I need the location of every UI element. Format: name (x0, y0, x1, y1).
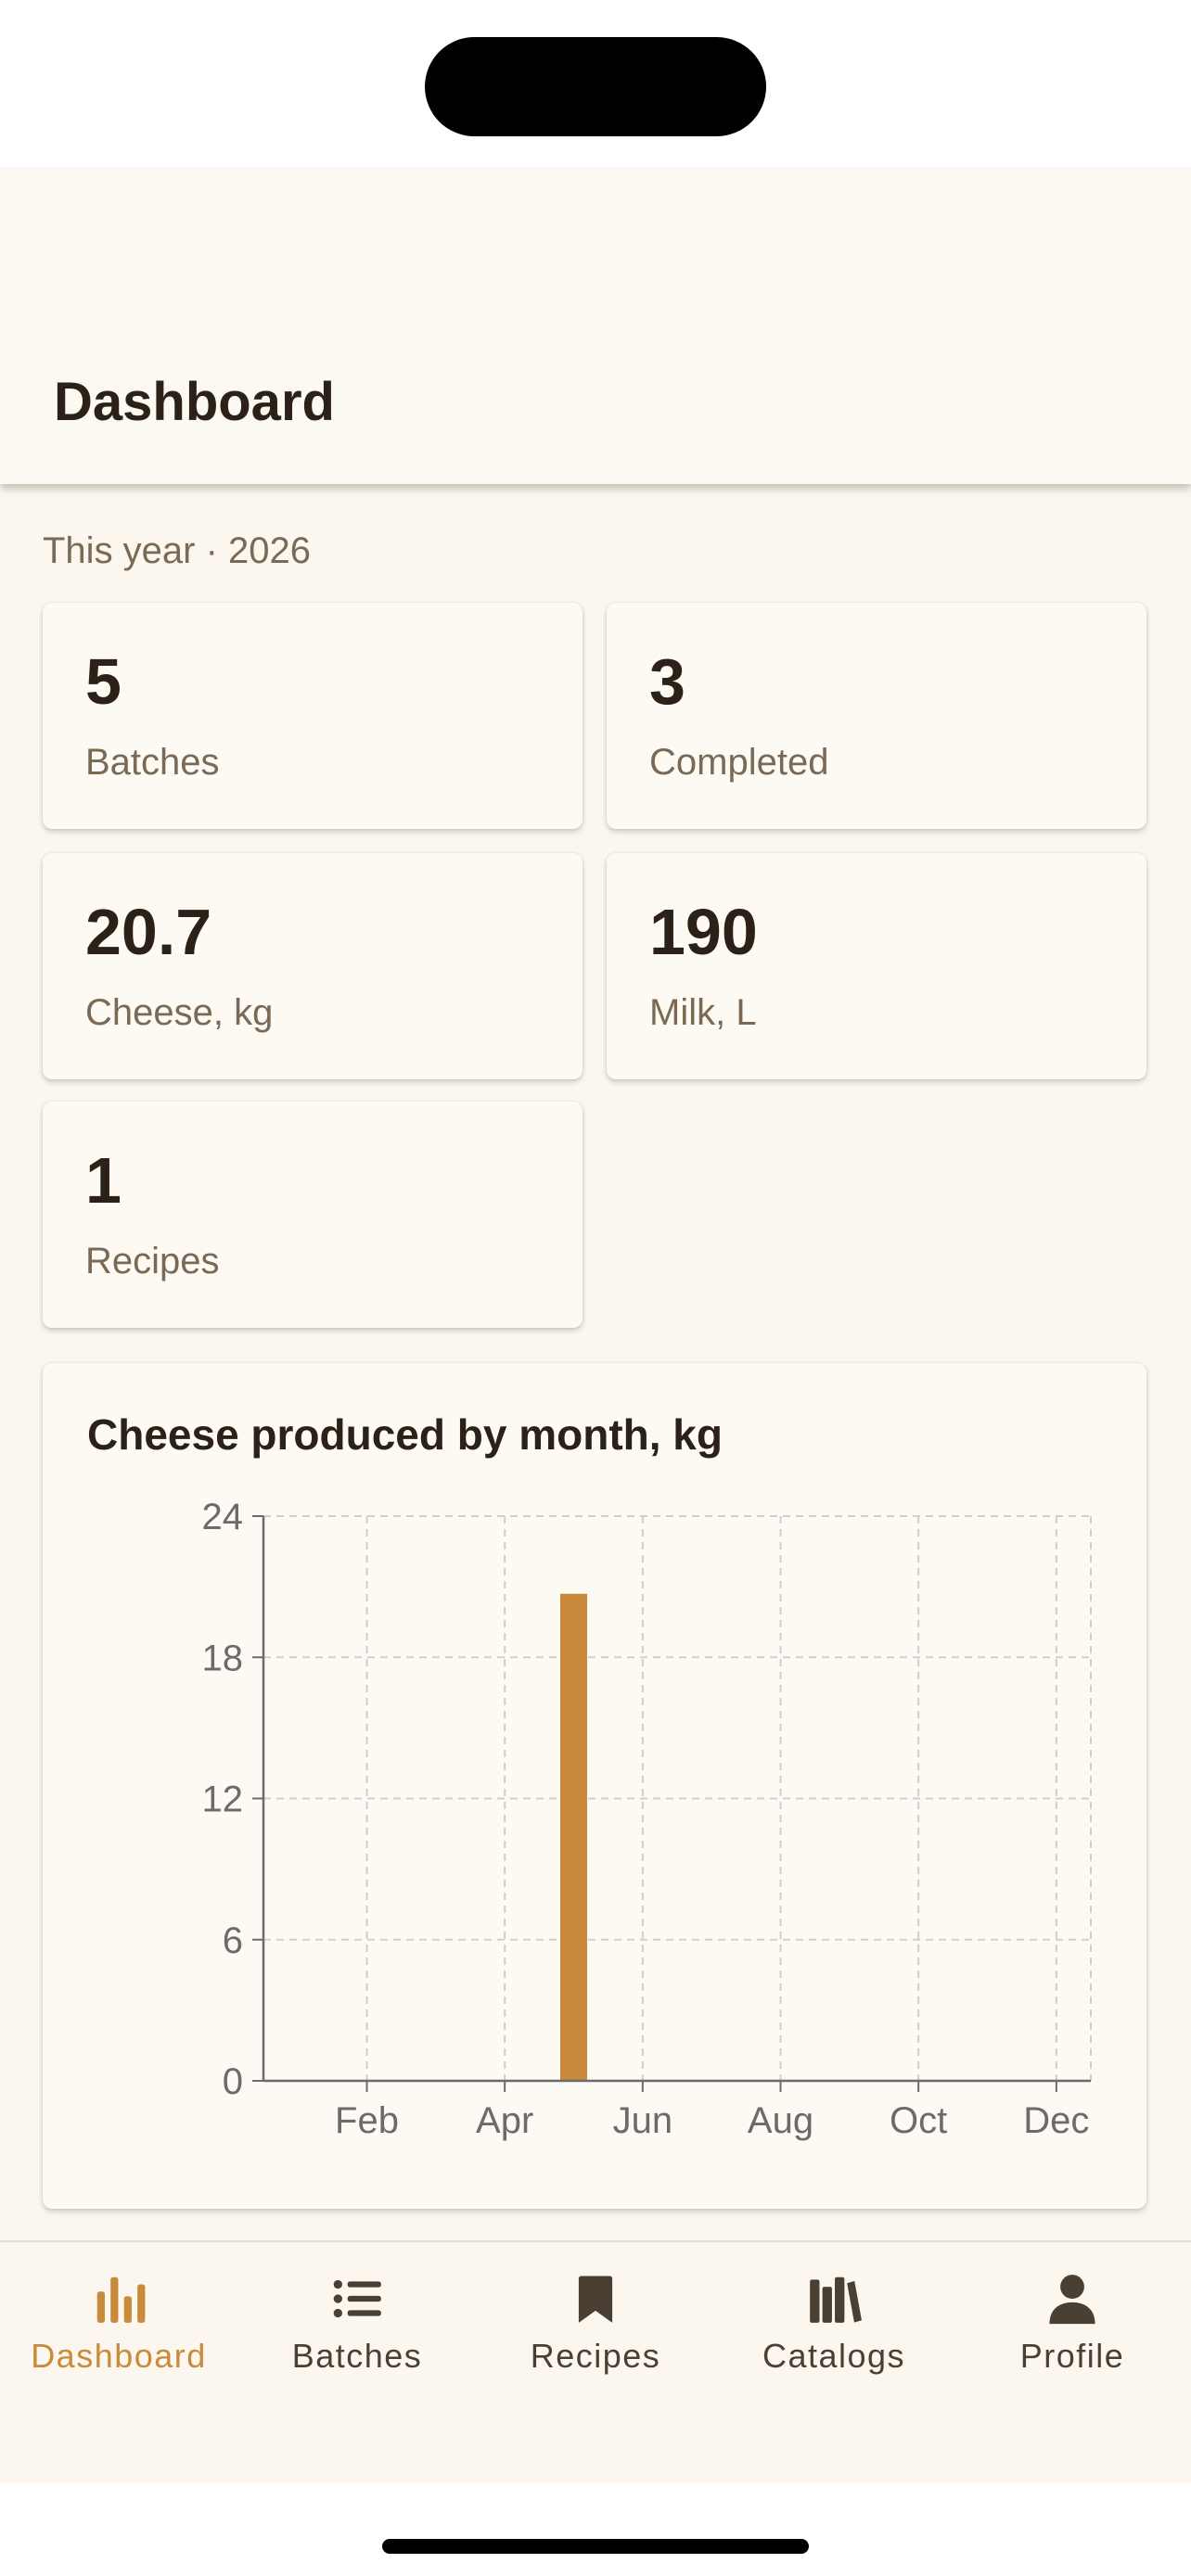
period-label: This year · 2026 (43, 530, 312, 571)
stat-value: 190 (649, 896, 758, 968)
list-icon (333, 2279, 381, 2318)
stat-label: Recipes (85, 1241, 220, 1282)
home-indicator (382, 2539, 809, 2554)
tab-dashboard[interactable]: Dashboard (0, 2242, 237, 2428)
page-title: Dashboard (54, 372, 335, 432)
stat-card-completed[interactable]: 3 Completed (607, 603, 1146, 829)
dynamic-island (425, 37, 766, 136)
y-tick-label: 24 (202, 1497, 244, 1537)
app-content: Dashboard This year · 2026 5 Batches 3 C… (0, 167, 1191, 2483)
tab-batches[interactable]: Batches (238, 2242, 476, 2428)
x-tick-label: Aug (748, 2100, 813, 2141)
stat-value: 1 (85, 1144, 122, 1217)
stat-card-recipes[interactable]: 1 Recipes (43, 1102, 583, 1328)
cheese-by-month-chart: 0 6 12 18 24 Feb Apr Jun Aug Oct Dec (202, 1497, 1092, 2141)
bottom-tab-bar: Dashboard Batches Recipes Catalogs Profi… (0, 2240, 1191, 2483)
stat-value: 20.7 (85, 896, 212, 968)
tab-label: Catalogs (762, 2337, 906, 2375)
stat-value: 5 (85, 645, 122, 718)
device-screen: Dashboard This year · 2026 5 Batches 3 C… (0, 0, 1191, 2576)
x-tick-label: Oct (890, 2100, 947, 2141)
stat-label: Completed (649, 742, 829, 783)
stat-label: Milk, L (649, 992, 757, 1033)
stat-card-cheese[interactable]: 20.7 Cheese, kg (43, 853, 583, 1079)
x-tick-label: Apr (476, 2100, 533, 2141)
stat-card-milk[interactable]: 190 Milk, L (607, 853, 1146, 1079)
person-icon (1049, 2275, 1095, 2325)
tab-label: Batches (291, 2337, 423, 2375)
y-tick-label: 12 (202, 1779, 244, 1820)
tab-label: Recipes (530, 2337, 661, 2375)
x-tick-label: Dec (1023, 2100, 1089, 2141)
stat-card-batches[interactable]: 5 Batches (43, 603, 583, 829)
y-tick-label: 6 (223, 1920, 243, 1961)
tab-profile[interactable]: Profile (954, 2242, 1191, 2428)
x-tick-label: Feb (335, 2100, 399, 2141)
x-tick-label: Jun (613, 2100, 673, 2141)
y-tick-label: 18 (202, 1638, 244, 1678)
stat-value: 3 (649, 645, 685, 718)
chart-card: Cheese produced by month, kg 0 6 12 18 24 Feb… (43, 1363, 1146, 2209)
tab-label: Profile (1019, 2337, 1125, 2375)
stat-label: Batches (85, 742, 220, 783)
bookmark-icon (578, 2276, 613, 2323)
stat-label: Cheese, kg (85, 992, 274, 1033)
tab-recipes[interactable]: Recipes (477, 2242, 714, 2428)
bar-may (560, 1593, 587, 2081)
tab-catalogs[interactable]: Catalogs (715, 2242, 953, 2428)
tab-label: Dashboard (31, 2337, 207, 2375)
books-icon (810, 2276, 862, 2323)
bar-chart-icon (96, 2276, 146, 2323)
app-bar: Dashboard (0, 167, 1191, 484)
y-tick-label: 0 (223, 2061, 243, 2102)
